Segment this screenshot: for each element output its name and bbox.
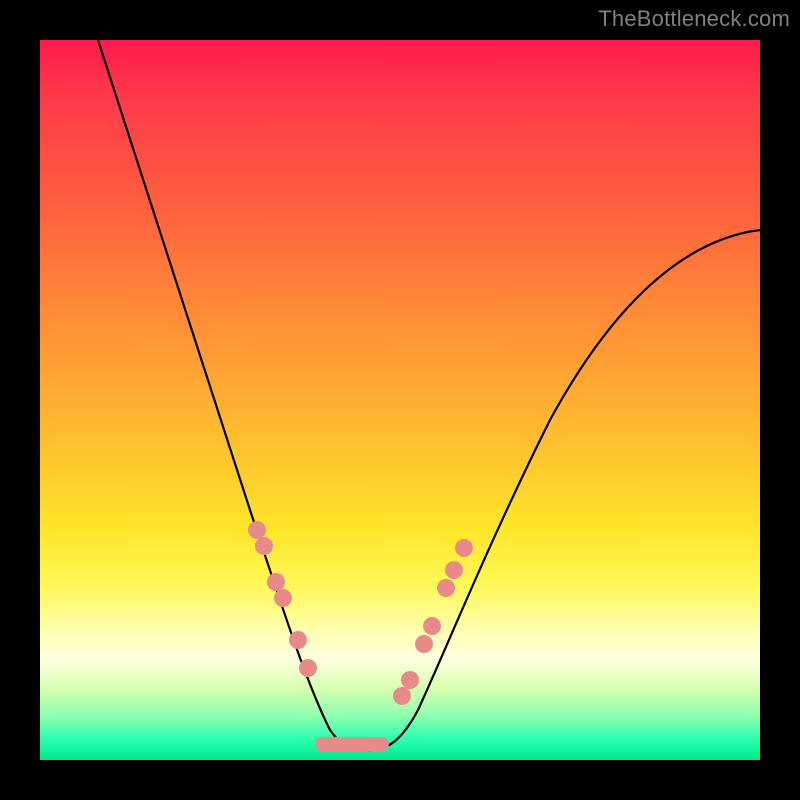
marker-dot [274,589,292,607]
chart-frame: TheBottleneck.com [0,0,800,800]
marker-dot [289,631,307,649]
marker-dot [455,539,473,557]
marker-dot [401,671,419,689]
marker-dot [267,573,285,591]
marker-dot [445,561,463,579]
marker-dot [393,687,411,705]
curve-layer [40,40,760,760]
marker-dot [423,617,441,635]
marker-dot [299,659,317,677]
marker-dot [437,579,455,597]
plot-area [40,40,760,760]
marker-dot [248,521,266,539]
marker-dot [255,537,273,555]
watermark-text: TheBottleneck.com [598,6,790,32]
marker-dot [415,635,433,653]
